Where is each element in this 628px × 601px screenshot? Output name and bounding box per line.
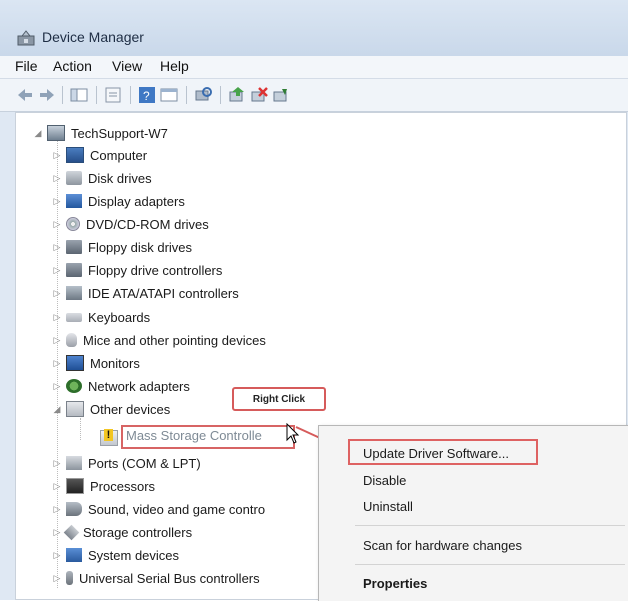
- menu-divider: [355, 564, 625, 565]
- mouse-cursor-icon: [286, 423, 300, 444]
- menu-divider: [355, 525, 625, 526]
- menu-scan-hardware[interactable]: Scan for hardware changes: [363, 538, 522, 553]
- device-manager-window: Device Manager File Action View Help ? ◢…: [0, 0, 628, 601]
- menu-properties[interactable]: Properties: [363, 576, 427, 591]
- update-driver-highlight: [348, 439, 538, 465]
- menu-uninstall[interactable]: Uninstall: [363, 499, 413, 514]
- menu-disable[interactable]: Disable: [363, 473, 406, 488]
